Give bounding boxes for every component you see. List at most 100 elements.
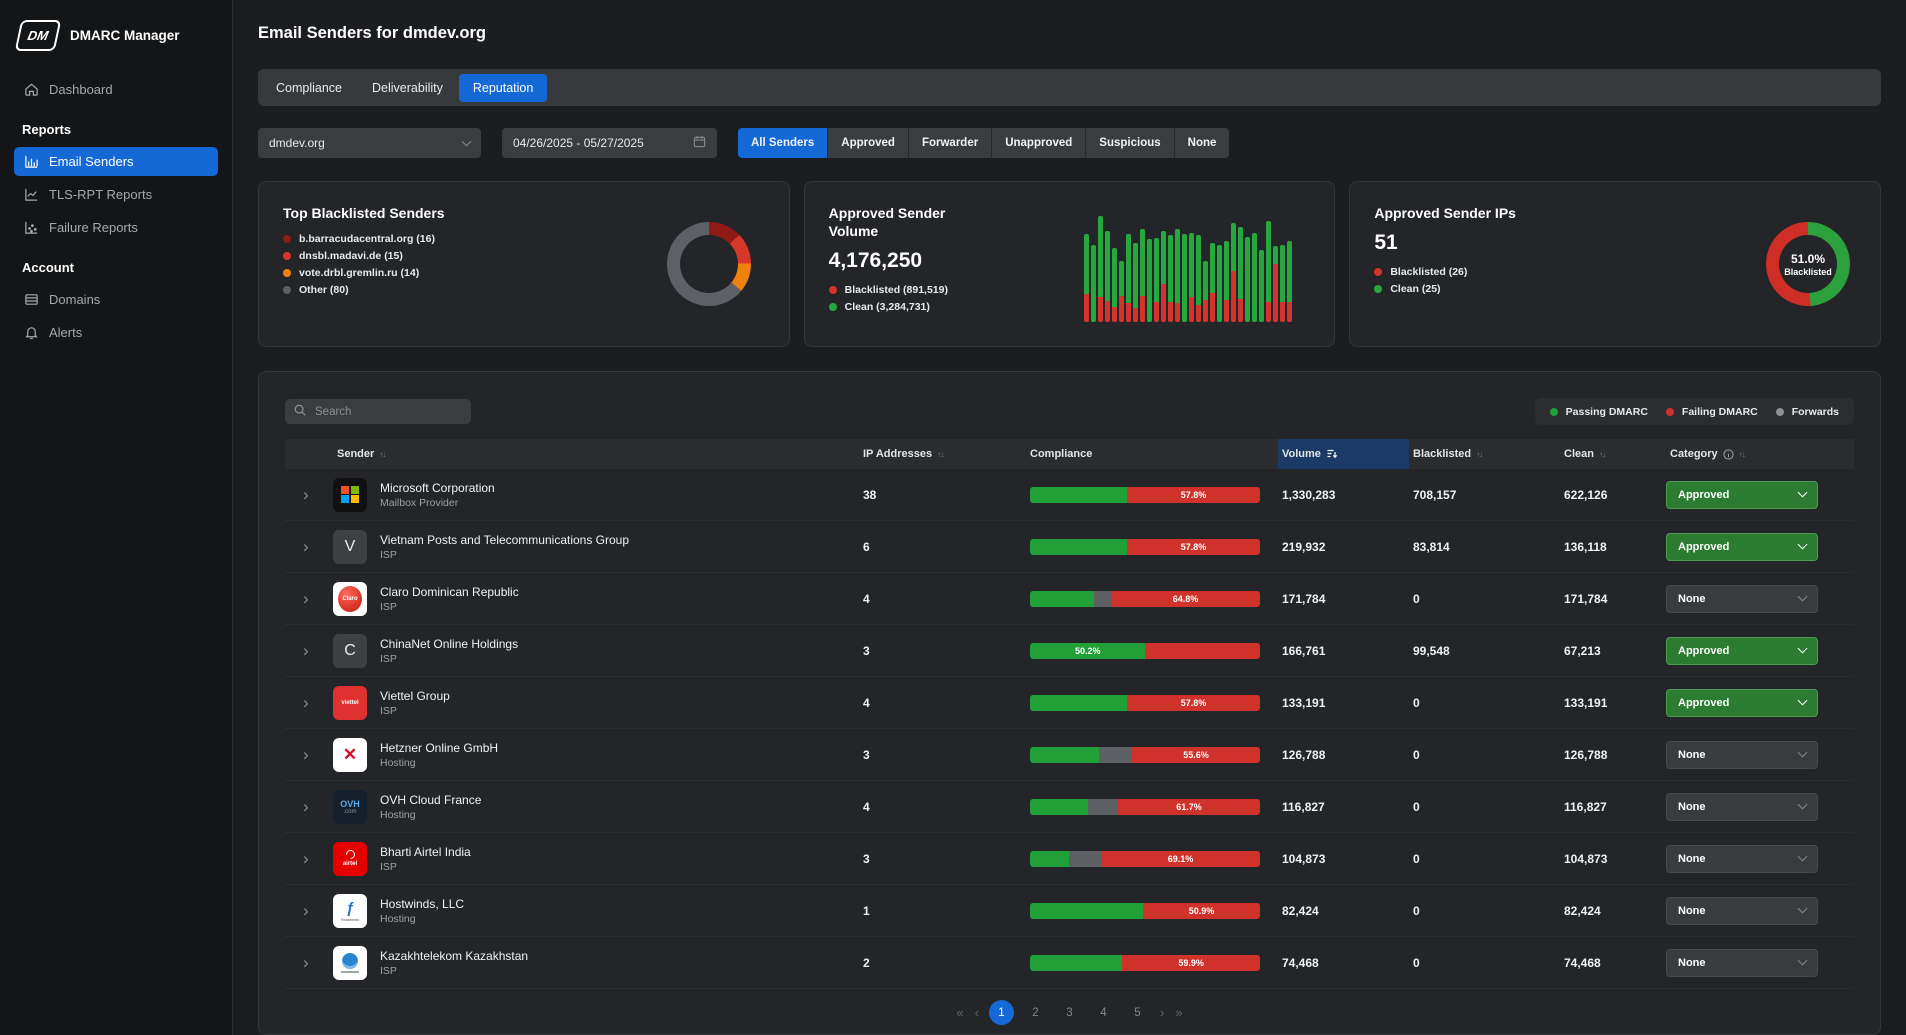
category-select[interactable]: None bbox=[1666, 741, 1818, 769]
row-expand-chevron-icon[interactable]: › bbox=[285, 954, 333, 971]
sidebar-item-label: Dashboard bbox=[49, 82, 113, 97]
row-expand-chevron-icon[interactable]: › bbox=[285, 538, 333, 555]
date-range-input[interactable]: 04/26/2025 - 05/27/2025 bbox=[502, 128, 717, 158]
sidebar-item-email-senders[interactable]: Email Senders bbox=[14, 147, 218, 176]
category-select[interactable]: Approved bbox=[1666, 637, 1818, 665]
column-header-compliance[interactable]: Compliance bbox=[1026, 439, 1278, 469]
clean-value: 136,118 bbox=[1560, 540, 1666, 554]
volume-value: 74,468 bbox=[1278, 956, 1409, 970]
info-icon[interactable] bbox=[1723, 449, 1734, 460]
compliance-segment-green bbox=[1030, 903, 1143, 919]
filter-button-forwarder[interactable]: Forwarder bbox=[909, 128, 991, 158]
sort-icon[interactable]: ↑↓ bbox=[1739, 450, 1745, 459]
calendar-icon bbox=[693, 135, 706, 151]
sidebar-item-failure-reports[interactable]: Failure Reports bbox=[14, 213, 218, 242]
row-expand-chevron-icon[interactable]: › bbox=[285, 850, 333, 867]
column-header-volume[interactable]: Volume bbox=[1278, 439, 1409, 469]
compliance-segment-gray bbox=[1099, 747, 1132, 763]
table-header: Sender↑↓IP Addresses↑↓Compliance Volume Bl… bbox=[285, 439, 1854, 469]
sort-icon[interactable]: ↑↓ bbox=[1599, 450, 1605, 459]
volume-value: 219,932 bbox=[1278, 540, 1409, 554]
pagination-page-5[interactable]: 5 bbox=[1125, 1000, 1150, 1025]
sidebar-item-domains[interactable]: Domains bbox=[14, 285, 218, 314]
card-title: Top Blacklisted Senders bbox=[283, 204, 765, 222]
pagination-page-2[interactable]: 2 bbox=[1023, 1000, 1048, 1025]
app-logo-icon: DM bbox=[15, 20, 62, 51]
row-expand-chevron-icon[interactable]: › bbox=[285, 694, 333, 711]
category-select[interactable]: None bbox=[1666, 793, 1818, 821]
sort-icon[interactable]: ↑↓ bbox=[937, 450, 943, 459]
clean-value: 171,784 bbox=[1560, 592, 1666, 606]
sender-cell: ClaroClaro Dominican RepublicISP bbox=[333, 582, 859, 616]
sidebar-item-alerts[interactable]: Alerts bbox=[14, 318, 218, 347]
legend-label: b.barracudacentral.org (16) bbox=[299, 233, 435, 245]
legend-label: Blacklisted (26) bbox=[1390, 266, 1467, 278]
tab-compliance[interactable]: Compliance bbox=[262, 74, 356, 102]
category-select[interactable]: Approved bbox=[1666, 689, 1818, 717]
tab-reputation[interactable]: Reputation bbox=[459, 74, 547, 102]
pagination-page-3[interactable]: 3 bbox=[1057, 1000, 1082, 1025]
legend-label: vote.drbl.gremlin.ru (14) bbox=[299, 267, 419, 279]
row-expand-chevron-icon[interactable]: › bbox=[285, 486, 333, 503]
pagination-first[interactable]: « bbox=[955, 1005, 964, 1020]
row-expand-chevron-icon[interactable]: › bbox=[285, 746, 333, 763]
blacklisted-value: 0 bbox=[1409, 956, 1560, 970]
tab-deliverability[interactable]: Deliverability bbox=[358, 74, 457, 102]
volume-bar bbox=[1091, 216, 1096, 322]
column-header-clean[interactable]: Clean↑↓ bbox=[1560, 439, 1666, 469]
pagination-page-4[interactable]: 4 bbox=[1091, 1000, 1116, 1025]
sort-icon[interactable]: ↑↓ bbox=[379, 450, 385, 459]
row-expand-chevron-icon[interactable]: › bbox=[285, 798, 333, 815]
filter-button-none[interactable]: None bbox=[1175, 128, 1230, 158]
chevron-down-icon bbox=[1798, 696, 1808, 706]
sort-descending-icon[interactable] bbox=[1326, 448, 1338, 460]
pagination-prev[interactable]: ‹ bbox=[974, 1005, 980, 1020]
category-select[interactable]: Approved bbox=[1666, 533, 1818, 561]
sidebar-item-dashboard[interactable]: Dashboard bbox=[14, 75, 218, 104]
chevron-down-icon bbox=[1798, 540, 1808, 550]
legend-dot-icon bbox=[283, 269, 291, 277]
chevron-down-icon bbox=[1798, 852, 1808, 862]
search-box[interactable] bbox=[285, 399, 471, 424]
volume-bar bbox=[1273, 216, 1278, 322]
legend-dot-icon bbox=[1776, 408, 1784, 416]
column-header-category[interactable]: Category↑↓ bbox=[1666, 439, 1854, 469]
category-select[interactable]: Approved bbox=[1666, 481, 1818, 509]
column-label: Volume bbox=[1282, 448, 1321, 460]
row-expand-chevron-icon[interactable]: › bbox=[285, 642, 333, 659]
sort-icon[interactable]: ↑↓ bbox=[1476, 450, 1482, 459]
domain-select[interactable]: dmdev.org bbox=[258, 128, 481, 158]
category-select[interactable]: None bbox=[1666, 949, 1818, 977]
blacklisted-value: 99,548 bbox=[1409, 644, 1560, 658]
clean-value: 622,126 bbox=[1560, 488, 1666, 502]
pagination-next[interactable]: › bbox=[1159, 1005, 1165, 1020]
legend-dot-icon bbox=[829, 303, 837, 311]
sender-name: Viettel Group bbox=[380, 689, 450, 703]
row-expand-chevron-icon[interactable]: › bbox=[285, 590, 333, 607]
category-select[interactable]: None bbox=[1666, 845, 1818, 873]
filter-button-approved[interactable]: Approved bbox=[828, 128, 908, 158]
filter-button-suspicious[interactable]: Suspicious bbox=[1086, 128, 1173, 158]
filter-button-all-senders[interactable]: All Senders bbox=[738, 128, 827, 158]
compliance-segment-gray bbox=[1088, 799, 1119, 815]
pagination-last[interactable]: » bbox=[1174, 1005, 1183, 1020]
compliance-segment-red: 55.6% bbox=[1132, 747, 1260, 763]
column-header-ip-addresses[interactable]: IP Addresses↑↓ bbox=[859, 439, 1026, 469]
sidebar-item-tls-rpt-reports[interactable]: TLS-RPT Reports bbox=[14, 180, 218, 209]
category-select[interactable]: None bbox=[1666, 585, 1818, 613]
clean-value: 133,191 bbox=[1560, 696, 1666, 710]
volume-value: 116,827 bbox=[1278, 800, 1409, 814]
column-header-sender[interactable]: Sender↑↓ bbox=[333, 439, 859, 469]
volume-value: 1,330,283 bbox=[1278, 488, 1409, 502]
filter-button-unapproved[interactable]: Unapproved bbox=[992, 128, 1085, 158]
legend-label: Failing DMARC bbox=[1682, 406, 1758, 418]
bar-chart-icon bbox=[24, 154, 39, 169]
pagination-page-1[interactable]: 1 bbox=[989, 1000, 1014, 1025]
sender-name: ChinaNet Online Holdings bbox=[380, 637, 518, 651]
row-expand-chevron-icon[interactable]: › bbox=[285, 902, 333, 919]
volume-bar bbox=[1224, 216, 1229, 322]
search-input[interactable] bbox=[313, 405, 462, 419]
column-header-blacklisted[interactable]: Blacklisted↑↓ bbox=[1409, 439, 1560, 469]
sidebar-section-reports: Reports bbox=[14, 108, 218, 147]
category-select[interactable]: None bbox=[1666, 897, 1818, 925]
